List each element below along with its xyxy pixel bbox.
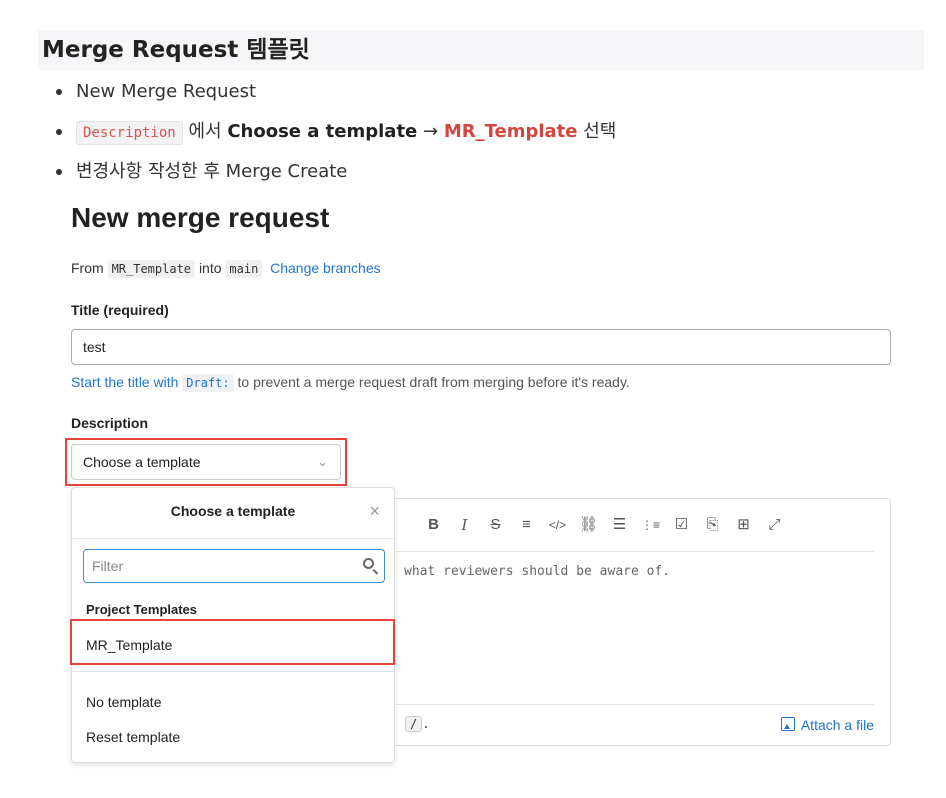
link-icon[interactable]: ⛓ (573, 512, 604, 538)
italic-icon[interactable]: I (449, 512, 480, 538)
numbered-list-icon[interactable]: ⋮≡ (635, 512, 666, 538)
step-text: 에서 (188, 121, 222, 142)
list-item: 변경사항 작성한 후 Merge Create (54, 158, 616, 198)
list-item: New Merge Request (54, 78, 616, 118)
into-label: into (198, 260, 222, 276)
title-input[interactable]: test (71, 329, 891, 365)
choose-template-text: Choose a template (227, 121, 418, 142)
search-icon (363, 558, 374, 569)
description-label: Description (71, 415, 149, 431)
dropdown-divider (72, 671, 394, 672)
slash-command-hint: /. (405, 716, 430, 732)
change-branches-link[interactable]: Change branches (270, 260, 381, 276)
list-item: Description 에서 Choose a template → MR_Te… (54, 118, 616, 158)
bold-icon[interactable]: B (418, 512, 449, 538)
template-filter-input[interactable]: Filter (83, 549, 385, 583)
from-label: From (71, 260, 104, 276)
arrow-icon: → (423, 121, 439, 142)
fullscreen-icon[interactable]: ⤢ (759, 512, 790, 538)
description-code: Description (76, 121, 183, 145)
template-select-highlight (65, 438, 347, 486)
target-branch: main (225, 260, 263, 278)
bullet-icon (56, 169, 62, 175)
bullet-list-icon[interactable]: ☰ (604, 512, 635, 538)
table-icon[interactable]: ⊞ (728, 512, 759, 538)
reset-template-option[interactable]: Reset template (86, 729, 180, 745)
code-icon[interactable]: </> (542, 512, 573, 538)
draft-hint-text: to prevent a merge request draft from me… (237, 374, 630, 390)
section-heading: Merge Request 템플릿 (38, 30, 924, 70)
title-label: Title (required) (71, 302, 169, 318)
instruction-list: New Merge Request Description 에서 Choose … (54, 78, 616, 198)
filter-placeholder: Filter (92, 558, 124, 574)
source-branch: MR_Template (107, 260, 196, 278)
editor-placeholder: what reviewers should be aware of. (404, 564, 671, 579)
toolbar-divider (394, 551, 874, 552)
footer-divider (394, 704, 874, 705)
merge-request-screenshot: New merge request From MR_Template into … (60, 200, 900, 780)
collapsible-icon[interactable]: ⎘ (697, 512, 728, 538)
select-text: 선택 (583, 121, 617, 142)
page-title: New merge request (71, 202, 330, 233)
strikethrough-icon[interactable]: S (480, 512, 511, 538)
no-template-option[interactable]: No template (86, 694, 161, 710)
step-new-mr-text: New Merge Request (76, 81, 257, 102)
dropdown-title: Choose a template (170, 503, 296, 519)
draft-hint-link[interactable]: Start the title with (71, 374, 178, 390)
slash-suffix: . (422, 717, 430, 731)
task-list-icon[interactable]: ☑ (666, 512, 697, 538)
mr-template-text: MR_Template (443, 121, 578, 142)
draft-code: Draft: (182, 374, 234, 392)
bullet-icon (56, 129, 62, 135)
attach-file-label: Attach a file (800, 717, 874, 733)
project-templates-heading: Project Templates (86, 602, 198, 617)
bullet-icon (56, 89, 62, 95)
step-merge-create-text: 변경사항 작성한 후 Merge Create (76, 161, 348, 182)
draft-hint: Start the title with Draft: to prevent a… (71, 374, 630, 392)
dropdown-header: Choose a template (72, 488, 394, 539)
branch-line: From MR_Template into main Change branch… (71, 260, 381, 278)
close-icon[interactable]: × (369, 502, 380, 520)
template-dropdown: Choose a template × Filter Project Templ… (70, 487, 395, 763)
mr-template-highlight (70, 619, 395, 665)
editor-toolbar: B I S ≡ </> ⛓ ☰ ⋮≡ ☑ ⎘ ⊞ ⤢ (418, 512, 790, 538)
slash-key: / (405, 716, 423, 732)
image-icon (780, 717, 795, 731)
attach-file-button[interactable]: Attach a file (780, 717, 874, 733)
quote-icon[interactable]: ≡ (511, 512, 542, 538)
